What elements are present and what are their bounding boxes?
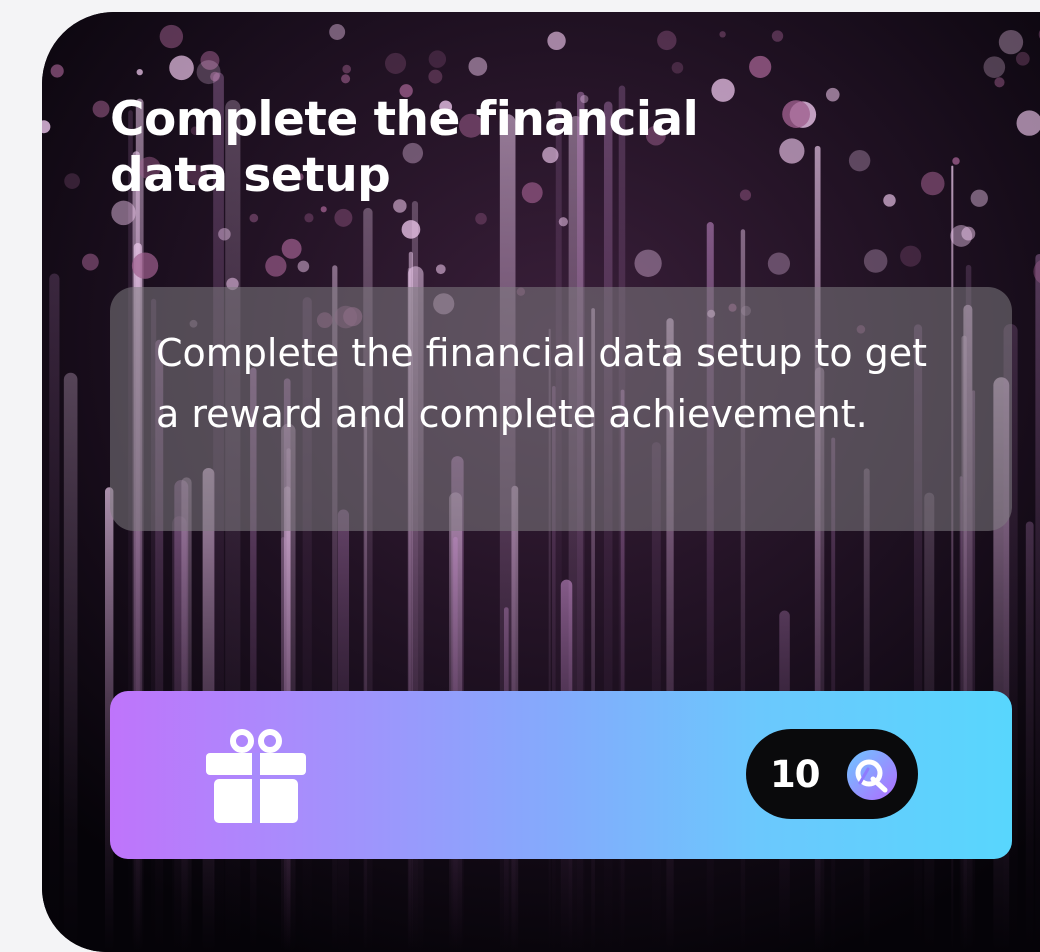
bokeh-dot (196, 60, 221, 85)
bokeh-dot (435, 264, 446, 275)
bokeh-dot (767, 252, 791, 275)
fiber-strand (1025, 521, 1034, 952)
bokeh-dot (342, 64, 351, 74)
bokeh-dot (994, 77, 1005, 88)
gift-icon (206, 729, 306, 823)
achievement-card: Complete the financial data setup Comple… (42, 12, 1040, 952)
bokeh-dot (657, 30, 677, 51)
reward-amount: 10 (770, 752, 820, 796)
bokeh-dot (863, 249, 888, 273)
bokeh-dot (952, 157, 960, 165)
fiber-strand (63, 372, 78, 952)
reward-amount-badge: 10 (746, 729, 918, 819)
bokeh-dot (998, 29, 1024, 55)
bokeh-dot (468, 57, 488, 76)
bokeh-dot (341, 74, 351, 84)
bokeh-dot (1015, 51, 1030, 66)
bokeh-dot (92, 100, 110, 118)
bokeh-dot (81, 253, 99, 271)
coin-logo-icon (847, 750, 897, 800)
bokeh-dot (475, 212, 487, 225)
bokeh-dot (131, 252, 159, 279)
bokeh-dot (558, 217, 568, 227)
bokeh-dot (547, 31, 566, 51)
bokeh-dot (825, 87, 840, 102)
bokeh-dot (334, 208, 353, 227)
bokeh-dot (749, 55, 772, 79)
bokeh-dot (920, 171, 945, 196)
bokeh-dot (169, 55, 194, 81)
card-title: Complete the financial data setup (110, 92, 699, 203)
bokeh-dot (970, 189, 988, 207)
bokeh-dot (634, 249, 662, 277)
description-panel: Complete the financial data setup to get… (110, 287, 1012, 531)
bokeh-dot (50, 64, 64, 78)
bokeh-dot (401, 220, 421, 239)
bokeh-dot (111, 200, 136, 226)
bokeh-dot (281, 238, 302, 259)
bokeh-dot (320, 206, 327, 213)
bokeh-dot (249, 213, 259, 223)
bokeh-dot (983, 56, 1006, 78)
bokeh-dot (218, 227, 231, 241)
bokeh-dot (883, 194, 896, 207)
bokeh-dot (297, 260, 310, 273)
bokeh-dot (671, 61, 684, 74)
bokeh-dot (384, 52, 407, 74)
bokeh-dot (329, 24, 346, 40)
reward-bar[interactable]: 10 (110, 691, 1012, 859)
fiber-strand (1035, 253, 1040, 952)
bokeh-dot (950, 224, 973, 247)
bokeh-dot (848, 149, 871, 172)
bokeh-dot (900, 245, 922, 267)
bokeh-dot (428, 50, 447, 68)
bokeh-dot (64, 173, 80, 189)
fiber-strand (49, 273, 60, 952)
card-description: Complete the financial data setup to get… (156, 331, 928, 436)
bokeh-dot (719, 31, 726, 38)
bokeh-dot (428, 69, 443, 84)
bokeh-dot (771, 30, 784, 42)
bokeh-dot (265, 255, 287, 277)
bokeh-dot (136, 68, 143, 76)
bokeh-dot (304, 213, 314, 223)
bokeh-dot (159, 24, 184, 49)
